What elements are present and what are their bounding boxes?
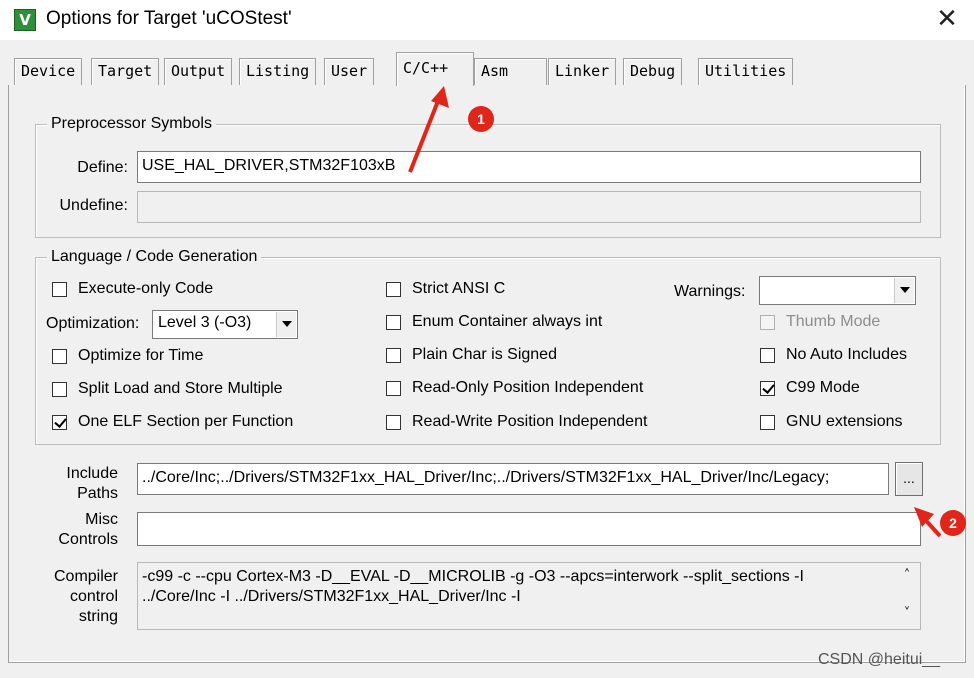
tab-c-cpp[interactable]: C/C++ xyxy=(396,52,474,86)
annotation-badge-1: 1 xyxy=(468,106,494,132)
arrow-2-icon xyxy=(914,507,942,538)
annotation-arrows xyxy=(408,86,942,538)
watermark: CSDN @heitui__ xyxy=(818,651,941,668)
arrow-1-icon xyxy=(408,86,449,173)
annotation-badge-2: 2 xyxy=(940,510,966,536)
